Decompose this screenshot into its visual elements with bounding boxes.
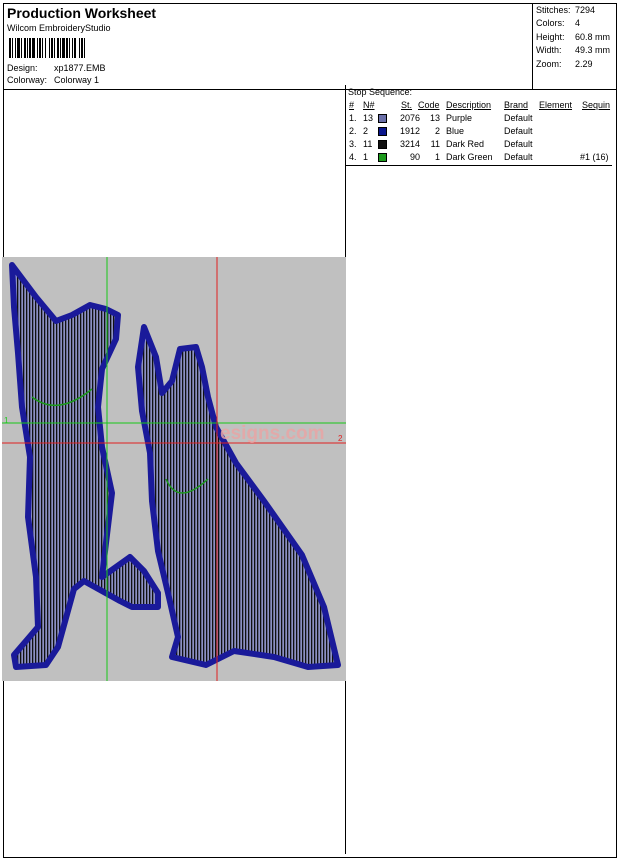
stat-stitches: Stitches: 7294 (536, 5, 596, 15)
stop-cell-idx: 2. (349, 126, 357, 136)
col-stitches: St. (401, 100, 413, 110)
stop-cell-brand: Default (504, 126, 533, 136)
stop-cell-desc: Blue (446, 126, 465, 136)
stop-cell-brand: Default (504, 139, 533, 149)
stat-height: Height: 60.8 mm (536, 32, 611, 42)
stop-cell-n: 11 (363, 139, 373, 149)
design-label: Design: (7, 63, 38, 73)
axis-marker-2: 2 (338, 434, 343, 443)
stop-row: 2. 2 1912 2 Blue Default (348, 126, 614, 139)
stop-cell-idx: 3. (349, 139, 357, 149)
thread-color-swatch (378, 153, 387, 162)
col-brand: Brand (504, 100, 529, 110)
stop-cell-n: 1 (363, 152, 369, 162)
dog-left-outline (9, 262, 161, 670)
stop-cell-n: 2 (363, 126, 369, 136)
thread-color-swatch (378, 127, 387, 136)
design-preview: 1 2 esigns.com (2, 257, 346, 681)
stop-cell-seq: #1 (16) (580, 152, 609, 162)
col-description: Description (446, 100, 492, 110)
stop-cell-n: 13 (363, 113, 374, 123)
stop-cell-code: 1 (434, 152, 440, 162)
thread-color-swatch (378, 140, 387, 149)
worksheet-header: Production Worksheet Wilcom EmbroiderySt… (4, 4, 616, 90)
design-row: Design: xp1877.EMB (7, 63, 106, 73)
stop-cell-code: 2 (434, 126, 440, 136)
stop-row: 3. 11 3214 11 Dark Red Default (348, 139, 614, 152)
stop-cell-idx: 1. (349, 113, 357, 123)
stop-row: 1. 13 2076 13 Purple Default (348, 113, 614, 126)
embroidery-design: 1 2 esigns.com (2, 257, 346, 681)
stop-cell-st: 2076 (399, 113, 420, 123)
stat-zoom: Zoom: 2.29 (536, 59, 593, 69)
stop-cell-code: 13 (429, 113, 440, 123)
stop-sequence-title: Stop Sequence: (348, 87, 413, 97)
stop-cell-idx: 4. (349, 152, 357, 162)
stop-cell-desc: Purple (446, 113, 473, 123)
colorway-label: Colorway: (7, 75, 48, 85)
stop-cell-brand: Default (504, 152, 533, 162)
col-code: Code (418, 100, 440, 110)
stop-sequence-divider (346, 165, 612, 166)
col-index: # (349, 100, 355, 110)
design-filename: xp1877.EMB (54, 63, 106, 73)
stop-cell-desc: Dark Red (446, 139, 485, 149)
barcode (9, 38, 130, 58)
stat-colors: Colors: 4 (536, 18, 581, 28)
stop-cell-desc: Dark Green (446, 152, 493, 162)
col-sequin: Sequin (582, 100, 611, 110)
stop-cell-st: 90 (409, 152, 420, 162)
dog-right-outline (135, 324, 341, 670)
stop-sequence-header: # N# St. Code Description Brand Element … (348, 100, 614, 112)
stat-width: Width: 49.3 mm (536, 45, 611, 55)
stats-panel: Stitches: 7294 Colors: 4 Height: 60.8 mm Wi… (532, 4, 617, 89)
worksheet-title: Production Worksheet (7, 5, 157, 21)
stop-cell-st: 3214 (399, 139, 420, 149)
axis-marker-1: 1 (4, 416, 9, 425)
stop-row: 4. 1 90 1 Dark Green Default #1 (16) (348, 152, 614, 165)
colorway-row: Colorway: Colorway 1 (7, 75, 99, 85)
thread-color-swatch (378, 114, 387, 123)
col-needle: N# (363, 100, 375, 110)
colorway-value: Colorway 1 (54, 75, 100, 85)
stop-cell-code: 11 (430, 139, 440, 149)
watermark-text: esigns.com (220, 423, 325, 444)
stop-cell-st: 1912 (399, 126, 420, 136)
stop-cell-brand: Default (504, 113, 533, 123)
software-name: Wilcom EmbroideryStudio (7, 23, 111, 33)
col-element: Element (539, 100, 573, 110)
